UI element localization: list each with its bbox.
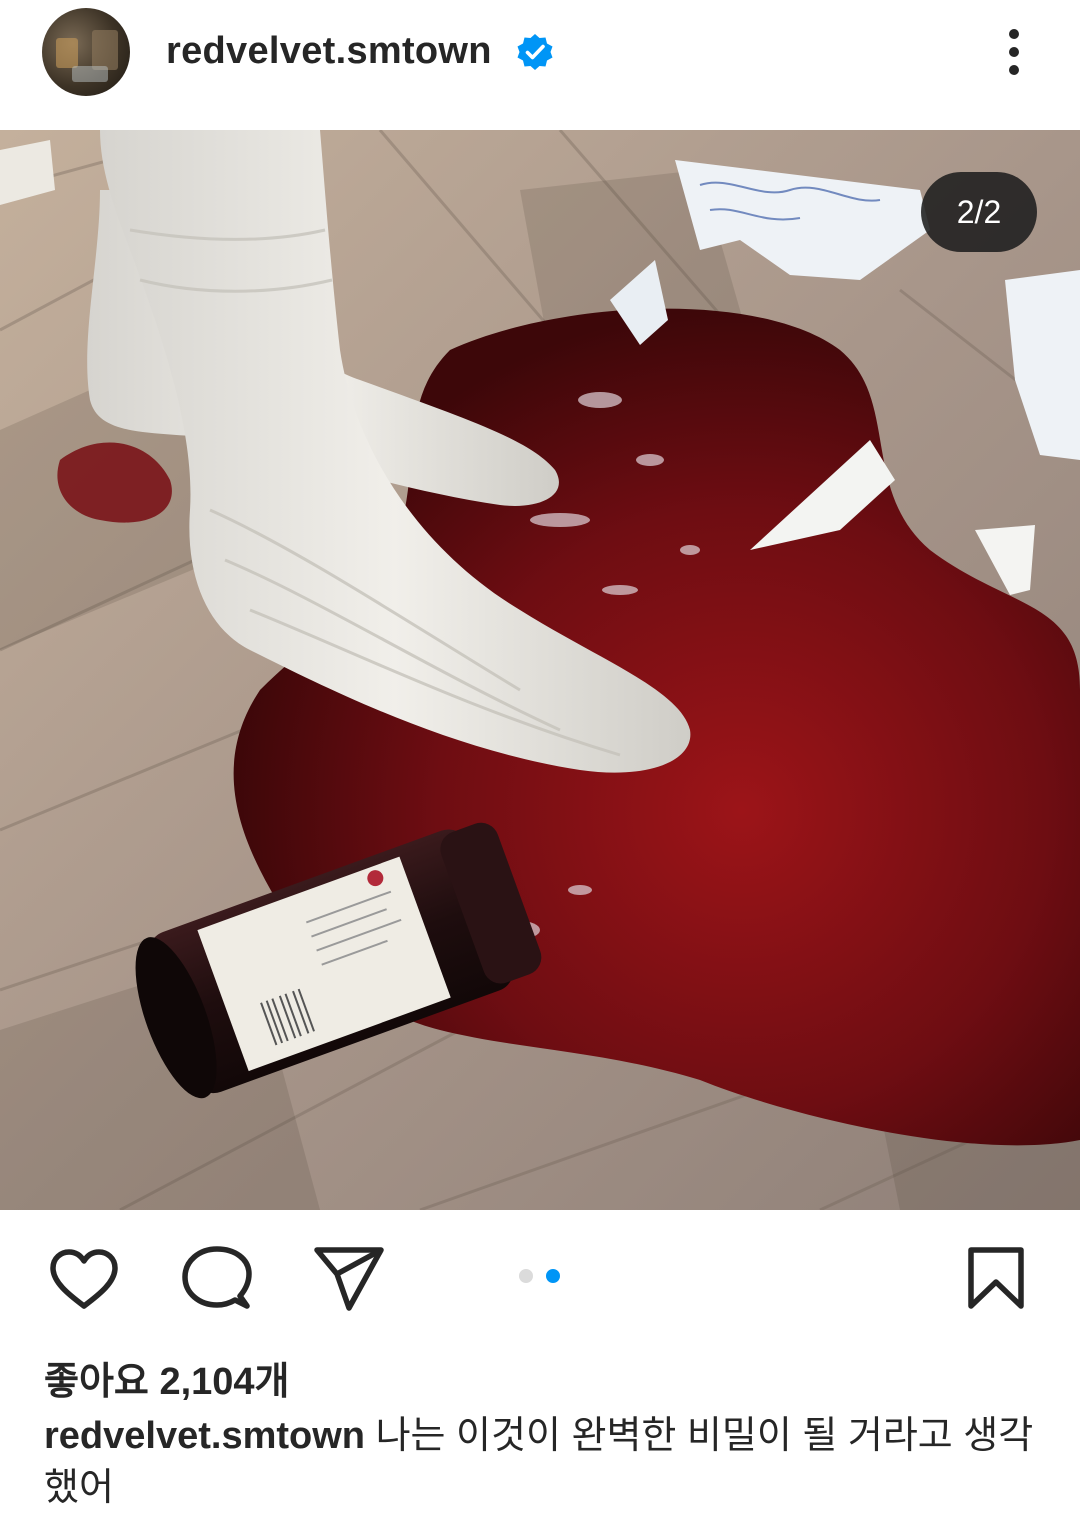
post-image[interactable] — [0, 130, 1080, 1210]
caption-username[interactable]: redvelvet.smtown — [44, 1415, 365, 1457]
like-count[interactable]: 좋아요 2,104개 — [44, 1350, 290, 1405]
more-options-icon[interactable] — [990, 22, 1038, 82]
carousel-dot-1 — [519, 1269, 533, 1283]
post-header: redvelvet.smtown — [0, 0, 1080, 130]
bookmark-icon[interactable] — [966, 1246, 1026, 1310]
comment-icon[interactable] — [180, 1246, 254, 1314]
post-action-bar — [0, 1210, 1080, 1340]
carousel-dot-2-active — [546, 1269, 560, 1283]
heart-icon[interactable] — [48, 1248, 120, 1312]
verified-badge-icon — [517, 34, 553, 70]
avatar[interactable] — [42, 8, 130, 96]
post-username[interactable]: redvelvet.smtown — [166, 30, 492, 73]
post-photo — [0, 130, 1080, 1210]
post-caption: redvelvet.smtown 나는 이것이 완벽한 비밀이 될 거라고 생각… — [44, 1410, 1034, 1514]
image-counter: 2/2 — [921, 172, 1037, 252]
share-icon[interactable] — [313, 1246, 385, 1312]
